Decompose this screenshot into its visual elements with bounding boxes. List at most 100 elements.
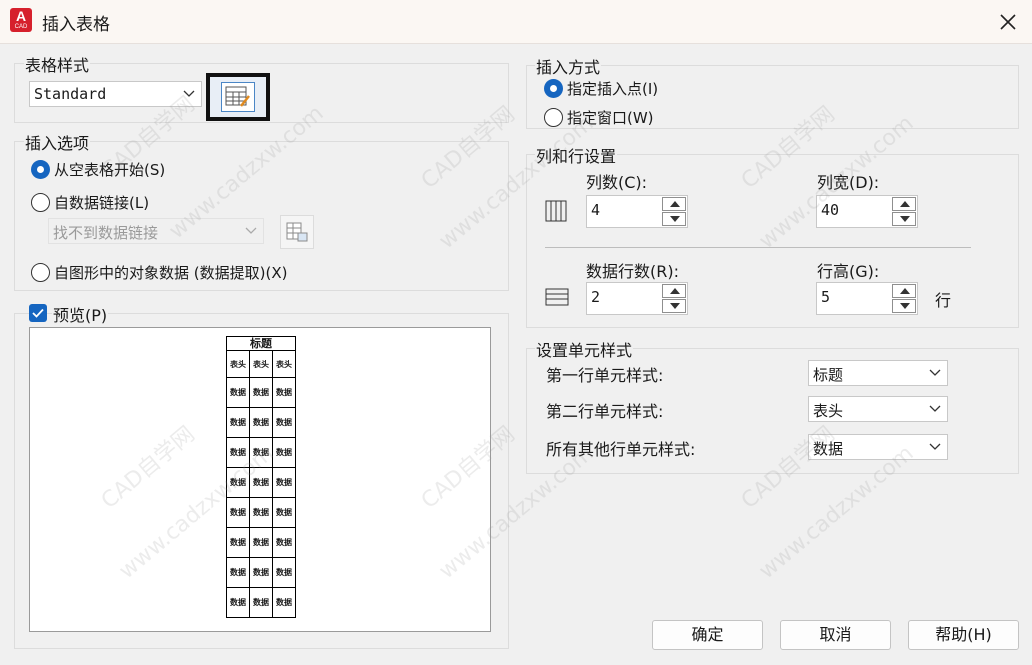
spinner-up-button[interactable] [662,197,686,211]
help-button[interactable]: 帮助(H) [908,620,1019,650]
data-link-dropdown[interactable]: 找不到数据链接 [48,218,264,244]
data-link-manager-button[interactable] [280,215,314,249]
preview-data-cell: 数据 [272,467,296,498]
radio-dot [544,79,563,98]
check-icon [32,308,44,318]
preview-data-cell: 数据 [226,587,250,618]
title-bar: A CAD 插入表格 [0,0,1032,44]
other-rows-style-label: 所有其他行单元样式: [546,440,696,459]
preview-data-cell: 数据 [249,527,273,558]
radio-dot [31,263,50,282]
preview-data-row: 数据 数据 数据 [226,587,296,618]
table-style-legend: 表格样式 [24,52,91,76]
rows-icon [545,288,569,306]
preview-data-cell: 数据 [226,557,250,588]
table-style-dialog-button[interactable] [206,73,270,121]
preview-data-row: 数据 数据 数据 [226,437,296,468]
insert-options-legend: 插入选项 [24,130,91,154]
preview-table: 标题 表头 表头 表头 数据 数据 数据 数据 数据 数据 数据 数据 数据 数据 数据 数据 数据 数据… [226,336,296,618]
preview-data-cell: 数据 [249,497,273,528]
radio-from-data-link[interactable]: 自数据链接(L) [31,192,149,213]
columns-spinner[interactable]: 4 [586,195,688,228]
radio-from-object-data[interactable]: 自图形中的对象数据 (数据提取)(X) [31,262,287,283]
close-button[interactable] [990,4,1026,40]
preview-data-cell: 数据 [272,407,296,438]
preview-data-cell: 数据 [272,497,296,528]
cell-styles-legend: 设置单元样式 [535,337,634,361]
table-style-value: Standard [34,85,107,103]
preview-data-cell: 数据 [272,527,296,558]
ok-button[interactable]: 确定 [652,620,763,650]
preview-data-cell: 数据 [226,527,250,558]
table-edit-icon [221,82,255,112]
preview-header-cell: 表头 [272,350,296,378]
preview-data-cell: 数据 [226,437,250,468]
spinner-up-button[interactable] [892,197,916,211]
preview-data-cell: 数据 [249,407,273,438]
second-row-style-label: 第二行单元样式: [546,402,664,421]
data-rows-spinner[interactable]: 2 [586,282,688,315]
preview-checkbox[interactable] [29,304,47,322]
preview-data-cell: 数据 [249,437,273,468]
columns-label: 列数(C): [586,173,648,192]
preview-data-cell: 数据 [272,437,296,468]
radio-specify-insertion-point[interactable]: 指定插入点(I) [544,78,658,99]
first-row-style-dropdown[interactable]: 标题 [808,360,948,386]
preview-data-cell: 数据 [249,557,273,588]
radio-from-empty-table[interactable]: 从空表格开始(S) [31,159,165,180]
spinner-down-button[interactable] [662,299,686,313]
radio-specify-window[interactable]: 指定窗口(W) [544,107,654,128]
table-style-dropdown[interactable]: Standard [29,81,202,107]
spinner-down-button[interactable] [892,299,916,313]
preview-data-row: 数据 数据 数据 [226,497,296,528]
preview-header-cell: 表头 [249,350,273,378]
spinner-up-button[interactable] [892,284,916,298]
autocad-logo-icon: A CAD [10,8,32,32]
cancel-button[interactable]: 取消 [780,620,891,650]
cols-rows-legend: 列和行设置 [535,143,618,167]
window-title: 插入表格 [42,15,110,35]
radio-dot [31,193,50,212]
preview-data-row: 数据 数据 数据 [226,557,296,588]
chevron-down-icon [183,90,195,97]
preview-data-row: 数据 数据 数据 [226,527,296,558]
chevron-down-icon [929,369,941,376]
insert-method-legend: 插入方式 [535,54,602,78]
data-rows-label: 数据行数(R): [586,262,679,281]
preview-data-cell: 数据 [226,407,250,438]
preview-data-cell: 数据 [249,467,273,498]
chevron-down-icon [245,227,257,234]
divider [545,247,971,248]
spinner-down-button[interactable] [662,212,686,226]
chevron-down-icon [929,443,941,450]
preview-data-cell: 数据 [226,377,250,408]
close-icon [1000,14,1016,30]
second-row-style-dropdown[interactable]: 表头 [808,396,948,422]
preview-panel: 标题 表头 表头 表头 数据 数据 数据 数据 数据 数据 数据 数据 数据 数据 数据 数据 数据 数据… [29,327,491,632]
preview-header-cell: 表头 [226,350,250,378]
spinner-up-button[interactable] [662,284,686,298]
first-row-style-label: 第一行单元样式: [546,366,664,385]
preview-label: 预览(P) [52,302,109,326]
preview-data-rows: 数据 数据 数据 数据 数据 数据 数据 数据 数据 数据 数据 数据 数据 数据 数据 数据 数据 数据 数据 数据… [226,377,296,618]
preview-data-cell: 数据 [272,557,296,588]
row-height-spinner[interactable]: 5 [816,282,918,315]
preview-data-row: 数据 数据 数据 [226,467,296,498]
radio-dot [544,108,563,127]
preview-data-cell: 数据 [226,497,250,528]
preview-data-cell: 数据 [272,377,296,408]
column-width-spinner[interactable]: 40 [816,195,918,228]
radio-dot [31,160,50,179]
spinner-down-button[interactable] [892,212,916,226]
preview-data-cell: 数据 [249,377,273,408]
row-height-unit: 行 [935,291,952,310]
preview-data-cell: 数据 [249,587,273,618]
preview-data-row: 数据 数据 数据 [226,377,296,408]
preview-data-cell: 数据 [226,467,250,498]
columns-icon [545,200,567,222]
other-rows-style-dropdown[interactable]: 数据 [808,434,948,460]
chevron-down-icon [929,405,941,412]
preview-data-cell: 数据 [272,587,296,618]
row-height-label: 行高(G): [817,262,880,281]
data-link-icon [286,222,308,242]
